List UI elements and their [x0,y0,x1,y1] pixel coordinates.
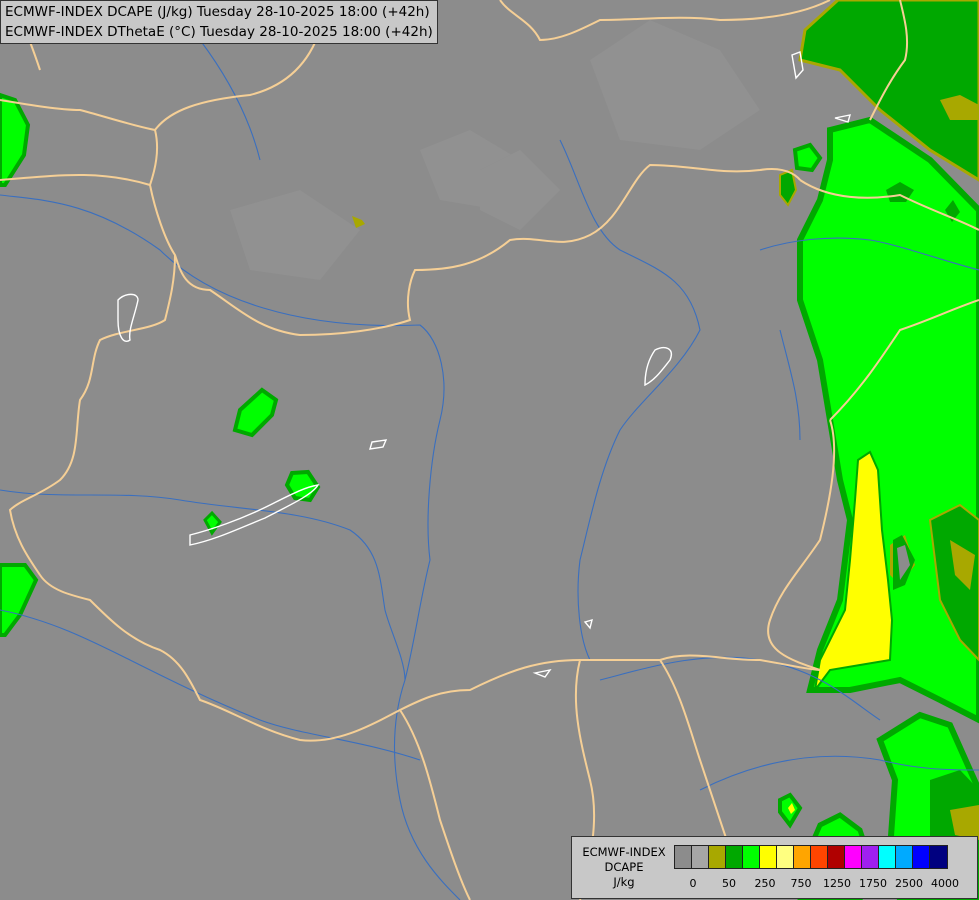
color-legend: ECMWF-INDEX DCAPE J/kg 0 50 250 750 1250 1750… [571,836,978,899]
legend-swatch [743,846,760,868]
legend-swatch [828,846,845,868]
legend-swatch [709,846,726,868]
legend-swatches [674,845,948,869]
legend-unit: J/kg [613,875,635,889]
legend-swatch [760,846,777,868]
legend-swatch [845,846,862,868]
legend-model: ECMWF-INDEX [582,845,666,859]
legend-swatch [675,846,692,868]
title-line-dcape: ECMWF-INDEX DCAPE (J/kg) Tuesday 28-10-2… [5,4,430,20]
legend-swatch [726,846,743,868]
legend-swatch [896,846,913,868]
legend-swatch [692,846,709,868]
legend-swatch [879,846,896,868]
legend-tick-label: 2500 [895,877,923,890]
legend-swatch [913,846,930,868]
legend-tick-label: 1250 [823,877,851,890]
legend-tick-label: 4000 [931,877,959,890]
legend-swatch [811,846,828,868]
legend-tick-label: 750 [790,877,812,890]
legend-tick-label: 250 [754,877,776,890]
legend-parameter: DCAPE [604,860,644,874]
legend-swatch [862,846,879,868]
map-canvas [0,0,979,900]
title-line-dthetae: ECMWF-INDEX DThetaE (°C) Tuesday 28-10-2… [5,24,433,40]
legend-swatch [930,846,947,868]
map-title-box: ECMWF-INDEX DCAPE (J/kg) Tuesday 28-10-2… [0,0,438,44]
legend-swatch [794,846,811,868]
legend-tick-label: 0 [689,877,697,890]
legend-tick-label: 1750 [859,877,887,890]
legend-tick-label: 50 [722,877,736,890]
legend-swatch [777,846,794,868]
legend-title: ECMWF-INDEX DCAPE J/kg [576,845,672,890]
